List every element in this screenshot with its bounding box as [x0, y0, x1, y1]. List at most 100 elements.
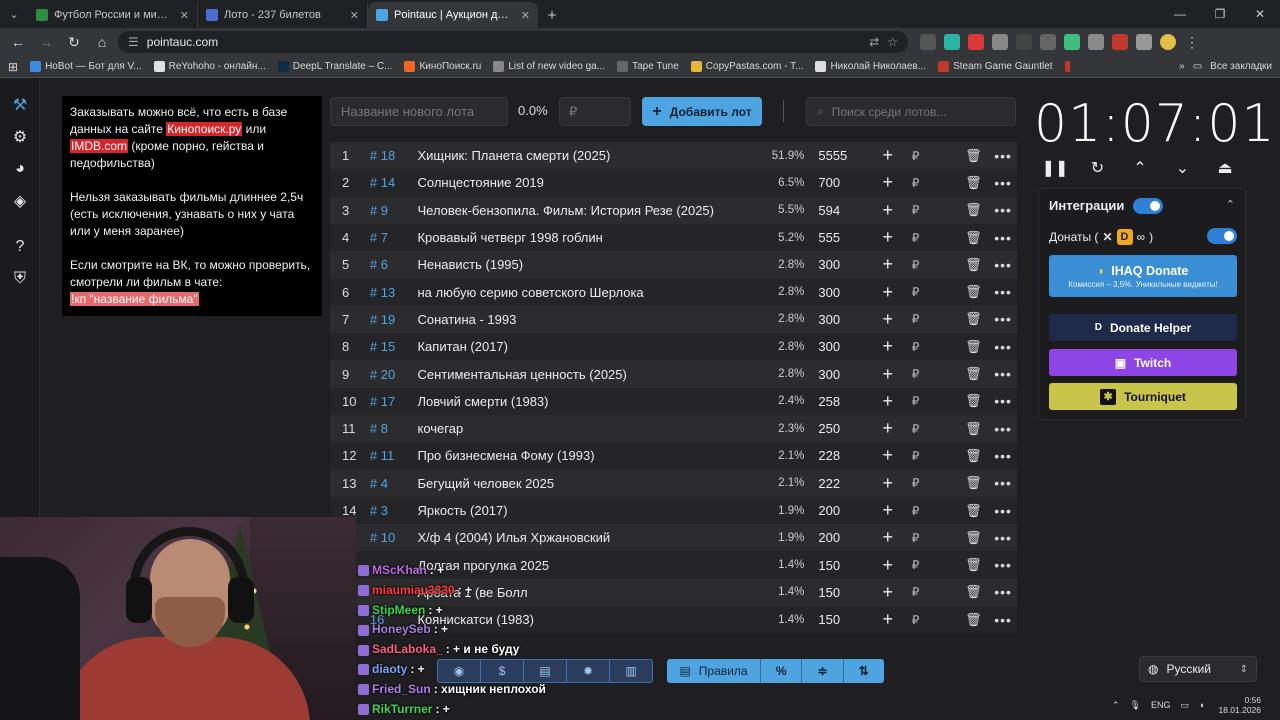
delete-trash-icon[interactable]: 🗑: [957, 421, 989, 437]
bookmark-item[interactable]: Tape Tune: [617, 61, 679, 72]
bookmark-item[interactable]: List of new video ga...: [493, 61, 605, 72]
more-dots-icon[interactable]: •••: [989, 257, 1017, 273]
auction-hammer-icon[interactable]: ⚒: [10, 95, 30, 115]
more-dots-icon[interactable]: •••: [989, 503, 1017, 519]
more-dots-icon[interactable]: •••: [989, 584, 1017, 600]
ruble-icon[interactable]: ₽: [902, 558, 930, 572]
delete-trash-icon[interactable]: 🗑: [957, 366, 989, 382]
lot-row[interactable]: 5 # 6 Ненависть (1995) 2.8% 300 + ₽ 🗑 •••: [330, 251, 1017, 279]
delete-trash-icon[interactable]: 🗑: [957, 230, 989, 246]
delete-trash-icon[interactable]: 🗑: [957, 339, 989, 355]
tab-1[interactable]: Лото - 237 билетов ✕: [198, 2, 368, 28]
apps-grid-icon[interactable]: ⊞: [8, 60, 18, 74]
lot-row[interactable]: 3 # 9 Человек-бензопила. Фильм: История Ре…: [330, 196, 1017, 224]
add-amount-plus-icon[interactable]: +: [874, 418, 902, 439]
extension-icon[interactable]: [1088, 34, 1104, 50]
lot-name[interactable]: на любую серию советского Шерлока: [417, 285, 744, 300]
bookmark-item[interactable]: Myinstants! The larg...: [1064, 61, 1071, 72]
mic-icon[interactable]: 🎙: [1130, 700, 1141, 711]
bookmark-item[interactable]: Николай Николаев...: [815, 61, 926, 72]
language-select[interactable]: ◍ Русский ⇕: [1139, 656, 1257, 682]
lot-name[interactable]: Ловчий смерти (1983): [417, 394, 744, 409]
lot-row[interactable]: 14 # 3 Яркость (2017) 1.9% 200 + ₽ 🗑 •••: [330, 496, 1017, 525]
add-amount-plus-icon[interactable]: +: [874, 391, 902, 412]
delete-trash-icon[interactable]: 🗑: [957, 311, 989, 327]
more-dots-icon[interactable]: •••: [989, 230, 1017, 246]
add-amount-plus-icon[interactable]: +: [874, 445, 902, 466]
add-amount-plus-icon[interactable]: +: [874, 609, 902, 630]
lot-row[interactable]: 13 # 4 Бегущий человек 2025 2.1% 222 + ₽ 🗑 •••: [330, 469, 1017, 497]
extension-icon[interactable]: [944, 34, 960, 50]
ruble-icon[interactable]: ₽: [902, 531, 930, 545]
lot-row[interactable]: 8 # 15 Капитан (2017) 2.8% 300 + ₽ 🗑 •••: [330, 333, 1017, 361]
timer-up-icon[interactable]: ⌃: [1125, 158, 1155, 178]
sort-icon[interactable]: ⇅: [844, 659, 884, 683]
help-icon[interactable]: ?: [10, 237, 30, 257]
tab-close-icon[interactable]: ✕: [350, 9, 359, 22]
tab-0[interactable]: Футбол России и мира 2026 - ✕: [28, 2, 198, 28]
extension-icon[interactable]: [992, 34, 1008, 50]
collapse-chevron-icon[interactable]: ⌃: [1226, 198, 1235, 211]
imdb-link[interactable]: IMDB.com: [70, 139, 129, 153]
tray-clock[interactable]: 0:56 18.01.2026: [1218, 695, 1261, 715]
more-dots-icon[interactable]: •••: [989, 530, 1017, 546]
lot-name[interactable]: Яркость (2017): [417, 503, 744, 518]
ruble-icon[interactable]: ₽: [902, 258, 930, 272]
ruble-icon[interactable]: ₽: [902, 449, 930, 463]
extensions-puzzle-icon[interactable]: [1136, 34, 1152, 50]
lot-name[interactable]: кочегар: [417, 421, 744, 436]
price-input[interactable]: ₽: [559, 97, 631, 126]
restore-icon[interactable]: ❐: [1200, 0, 1240, 28]
extension-icon[interactable]: [920, 34, 936, 50]
ruble-icon[interactable]: ₽: [902, 285, 930, 299]
more-dots-icon[interactable]: •••: [989, 148, 1017, 164]
tab-close-icon[interactable]: ✕: [180, 9, 189, 22]
ruble-icon[interactable]: ₽: [902, 504, 930, 518]
reset-icon[interactable]: ↻: [1083, 158, 1113, 178]
more-dots-icon[interactable]: •••: [989, 311, 1017, 327]
shield-icon[interactable]: ⛨: [10, 269, 30, 289]
settings-gear-icon[interactable]: ⚙: [10, 127, 30, 147]
more-dots-icon[interactable]: •••: [989, 448, 1017, 464]
compact-view-icon[interactable]: ≑: [802, 659, 844, 683]
lot-row[interactable]: 10 # 17 Ловчий смерти (1983) 2.4% 258 + ₽ 🗑 •••: [330, 387, 1017, 415]
home-icon[interactable]: ⌂: [90, 30, 114, 54]
lot-row[interactable]: 4 # 7 Кровавый четверг 1998 гоблин 5.2% 555 +…: [330, 223, 1017, 252]
timer-max-icon[interactable]: ⏏: [1210, 158, 1240, 178]
profile-avatar-icon[interactable]: [1160, 34, 1176, 50]
add-amount-plus-icon[interactable]: +: [874, 309, 902, 330]
ruble-icon[interactable]: ₽: [902, 203, 930, 217]
delete-trash-icon[interactable]: 🗑: [957, 612, 989, 628]
add-amount-plus-icon[interactable]: +: [874, 364, 902, 385]
tray-chevron-icon[interactable]: ⌃: [1112, 700, 1120, 711]
rules-button[interactable]: ▤ Правила: [667, 659, 761, 683]
donate-helper-button[interactable]: D Donate Helper: [1049, 314, 1237, 341]
back-arrow-icon[interactable]: ←: [6, 30, 30, 54]
tab-2[interactable]: Pointauc | Аукцион для стрим ✕: [368, 2, 538, 28]
wheel-chart-icon[interactable]: ◕: [10, 159, 30, 179]
add-amount-plus-icon[interactable]: +: [874, 227, 902, 248]
more-dots-icon[interactable]: •••: [989, 393, 1017, 409]
lot-row[interactable]: 2 # 14 Солнцестояние 2019 6.5% 700 + ₽ 🗑 •••: [330, 169, 1017, 197]
lot-row[interactable]: 1 # 18 Хищник: Планета смерти (2025) 51.9% 5…: [330, 142, 1017, 170]
bookmark-item[interactable]: КиноПоиск.ru: [404, 61, 481, 72]
extension-icon[interactable]: [968, 34, 984, 50]
add-amount-plus-icon[interactable]: +: [874, 473, 902, 494]
lot-name[interactable]: Про бизнесмена Фому (1993): [417, 448, 744, 463]
ruble-icon[interactable]: ₽: [902, 149, 930, 163]
integrations-toggle[interactable]: [1133, 198, 1163, 214]
lot-row[interactable]: 7 # 19 Сонатина - 1993 2.8% 300 + ₽ 🗑 •••: [330, 305, 1017, 334]
add-amount-plus-icon[interactable]: +: [874, 200, 902, 221]
extension-icon[interactable]: [1064, 34, 1080, 50]
lot-name[interactable]: Бегущий человек 2025: [417, 476, 744, 491]
lot-row[interactable]: 11 # 8 кочегар 2.3% 250 + ₽ 🗑 •••: [330, 414, 1017, 443]
lot-name[interactable]: Солнцестояние 2019: [417, 175, 744, 190]
lot-name[interactable]: Сентиментальная ценность (2025): [417, 367, 744, 382]
menu-dots-icon[interactable]: ⋮: [1184, 34, 1200, 50]
lot-name[interactable]: Сонатина - 1993: [417, 312, 744, 327]
pause-icon[interactable]: ❚❚: [1040, 158, 1070, 178]
ruble-icon[interactable]: ₽: [902, 476, 930, 490]
more-dots-icon[interactable]: •••: [989, 366, 1017, 382]
forward-arrow-icon[interactable]: →: [34, 30, 58, 54]
lot-name[interactable]: Капитан (2017): [417, 339, 744, 354]
